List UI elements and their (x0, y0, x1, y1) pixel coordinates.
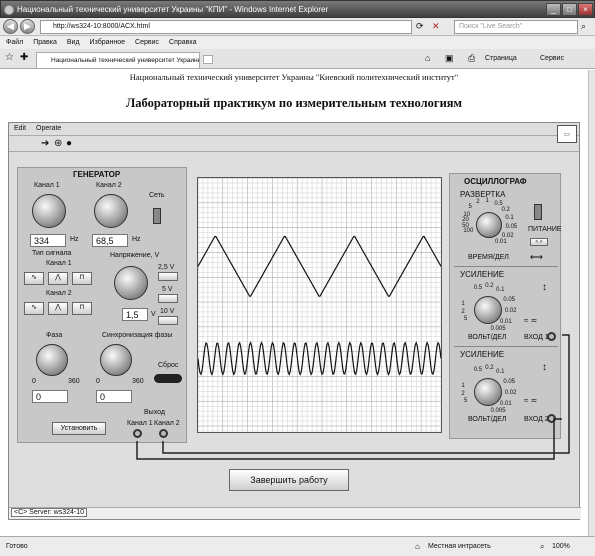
window-title-bar: Национальный технический университет Укр… (0, 0, 595, 18)
forward-icon[interactable]: ▶ (20, 19, 35, 34)
zoom-level[interactable]: 100% (552, 537, 570, 556)
menu-file[interactable]: Файл (6, 39, 23, 46)
ie-icon (4, 5, 14, 15)
menu-tools[interactable]: Сервис (135, 39, 159, 46)
intranet-icon: ⌂ (415, 542, 420, 551)
university-header: Национальный технический университет Укр… (129, 72, 459, 82)
address-bar: ◀ ▶ http://ws324-10:8000/ACX.html ⟳ ✕ По… (0, 18, 595, 36)
menu-favorites[interactable]: Избранное (90, 39, 125, 46)
menu-bar: Файл Правка Вид Избранное Сервис Справка (0, 36, 595, 49)
server-status: <C> Server: ws324-10 (11, 508, 88, 517)
window-title: Национальный технический университет Укр… (17, 5, 329, 14)
page-title: Лабораторный практикум по измерительным … (125, 96, 463, 110)
print-icon[interactable]: ⎙ (468, 53, 475, 64)
close-button[interactable]: × (578, 3, 593, 16)
menu-view[interactable]: Вид (67, 39, 80, 46)
finish-button[interactable]: Завершить работу (229, 469, 349, 491)
vertical-scrollbar[interactable] (588, 70, 595, 536)
service-menu[interactable]: Сервис (540, 55, 564, 62)
refresh-icon[interactable]: ⟳ (416, 21, 424, 32)
minimize-button[interactable]: _ (546, 3, 561, 16)
menu-edit[interactable]: Правка (33, 39, 57, 46)
status-text: Готово (6, 543, 28, 550)
cables (136, 334, 570, 460)
maximize-button[interactable]: □ (562, 3, 577, 16)
page-menu[interactable]: Страница (485, 55, 517, 62)
status-bar: Готово ⌂ Местная интрасеть ⌕ 100% (0, 536, 595, 556)
vi-panel: Edit Operate ➔ ⊛ ● ▭ ГЕНЕРАТОР Канал 1 К… (8, 122, 581, 520)
stop-icon[interactable]: ✕ (432, 21, 440, 32)
zone-text: Местная интрасеть (428, 543, 491, 550)
home-icon[interactable]: ⌂ (425, 53, 430, 63)
back-icon[interactable]: ◀ (3, 19, 18, 34)
favorites-star-icon[interactable]: ☆ (5, 52, 14, 63)
menu-help[interactable]: Справка (169, 39, 196, 46)
zoom-icon[interactable]: ⌕ (540, 537, 544, 556)
tab-bar: ☆ ✚ Национальный технический университет… (0, 49, 595, 69)
new-tab-button[interactable] (203, 55, 213, 64)
search-icon[interactable]: ⌕ (581, 21, 586, 32)
feeds-icon[interactable]: ▣ (445, 53, 454, 64)
add-favorite-icon[interactable]: ✚ (20, 52, 28, 63)
tab-current[interactable]: Национальный технический университет Укр… (36, 52, 200, 68)
search-input[interactable]: Поиск "Live Search" (454, 20, 578, 34)
url-input[interactable]: http://ws324-10:8000/ACX.html (40, 20, 412, 34)
